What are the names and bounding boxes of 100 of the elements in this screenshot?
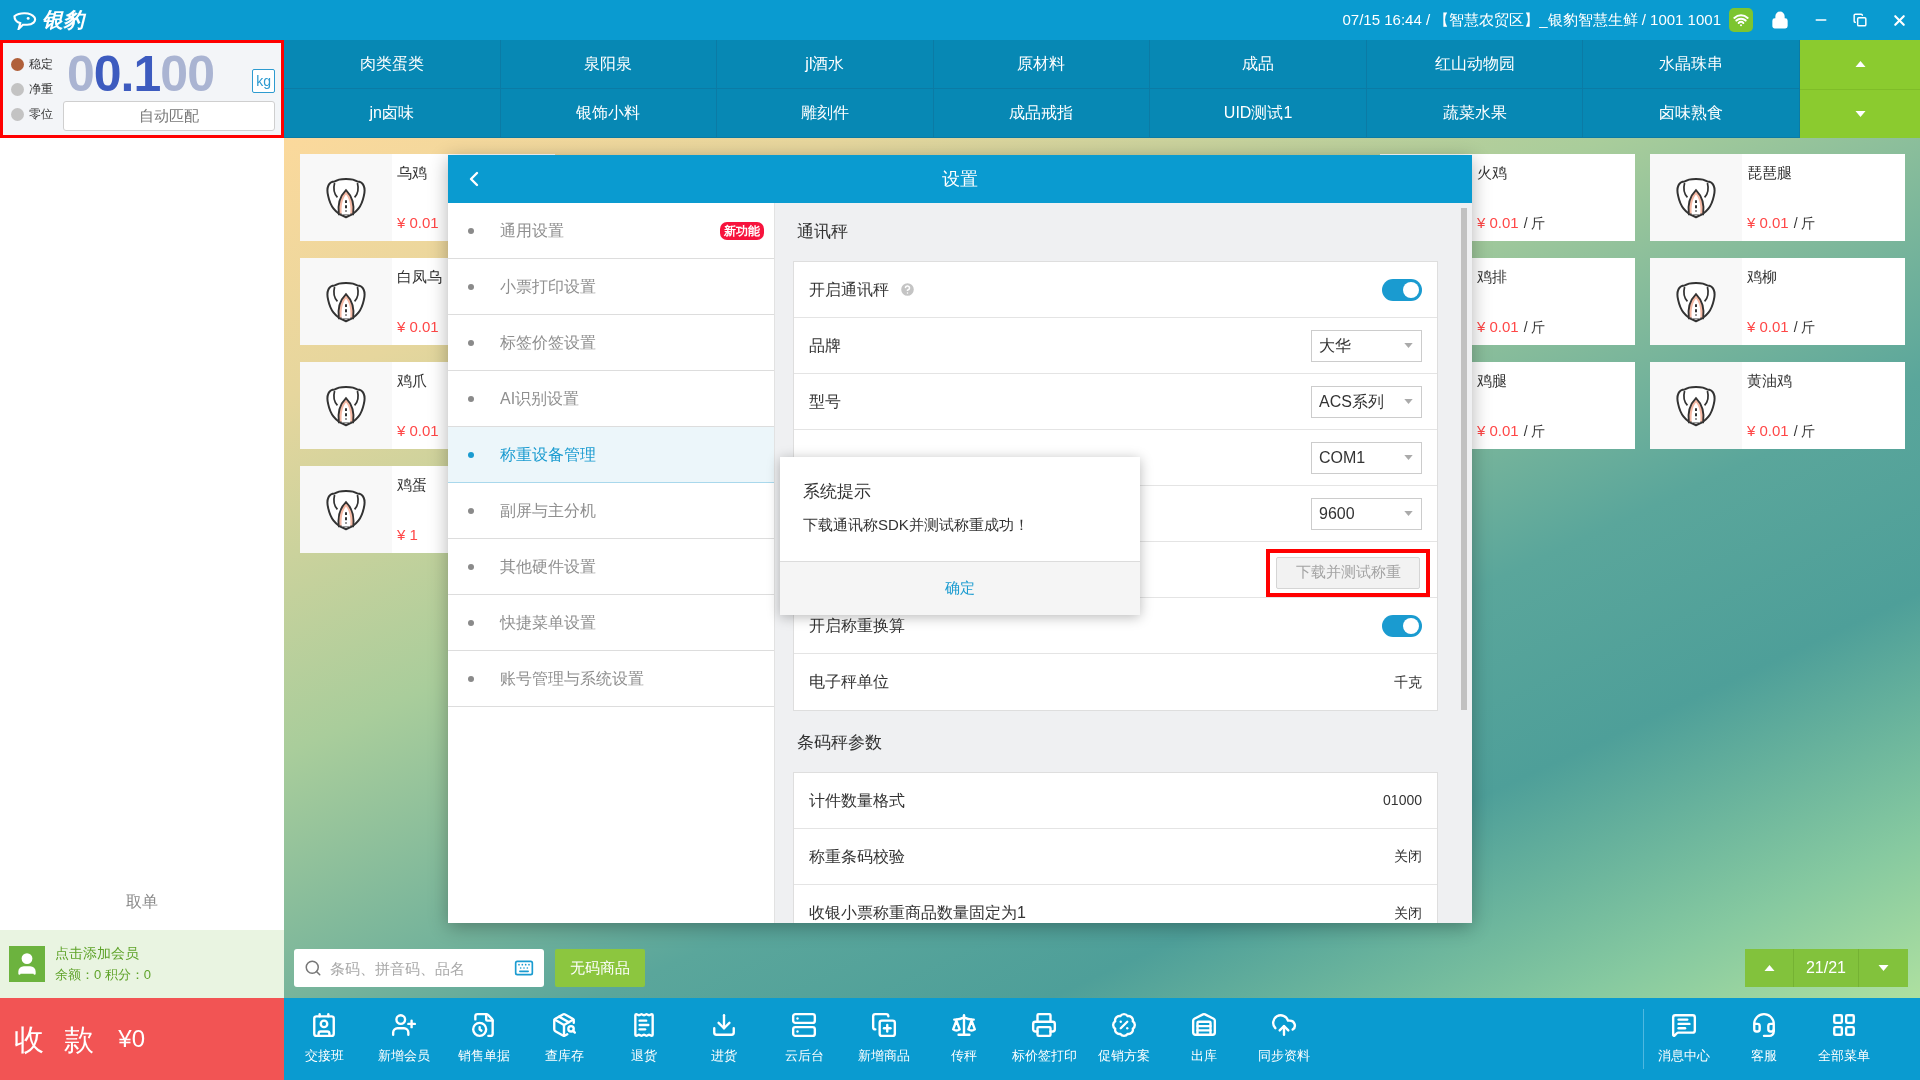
- unit-label: kg: [252, 69, 275, 93]
- pickup-order-link[interactable]: 取单: [126, 890, 158, 914]
- setting-label: 收银小票称重商品数量固定为1: [809, 903, 1026, 923]
- copy-plus-icon: [871, 1012, 897, 1039]
- section-title: 通讯秤: [797, 221, 848, 244]
- select-field[interactable]: COM1: [1311, 441, 1422, 474]
- toolbar-button[interactable]: 交接班: [284, 998, 364, 1080]
- receipt-icon: [631, 1012, 657, 1039]
- lock-icon[interactable]: [1771, 11, 1789, 29]
- toggle-switch[interactable]: [1382, 278, 1422, 301]
- category-tab[interactable]: 成品: [1150, 40, 1367, 89]
- caret-icon: [1404, 455, 1413, 460]
- user-icon: [9, 946, 45, 982]
- menu-label: 其他硬件设置: [500, 556, 596, 577]
- category-tab[interactable]: jl酒水: [717, 40, 934, 89]
- settings-menu-item[interactable]: 称重设备管理: [448, 427, 774, 483]
- product-name: 白凤乌: [397, 268, 442, 287]
- printer-icon: [1031, 1012, 1057, 1039]
- toolbar-button[interactable]: 出库: [1164, 998, 1244, 1080]
- warehouse-icon: [1191, 1012, 1217, 1039]
- triangle-up-icon: [1763, 965, 1775, 971]
- confirm-button[interactable]: 确定: [925, 571, 995, 606]
- category-tab[interactable]: 原材料: [933, 40, 1151, 89]
- product-name: 鸡腿: [1477, 372, 1507, 391]
- product-name: 乌鸡: [397, 164, 427, 183]
- contact-card-icon: [311, 1012, 337, 1039]
- indicator-label: 净重: [29, 83, 53, 95]
- select-field[interactable]: 9600: [1311, 497, 1422, 530]
- member-prompt: 点击添加会员: [55, 945, 140, 963]
- member-balance: 余额：0 积分：0: [55, 966, 152, 983]
- menu-label: 快捷菜单设置: [500, 612, 596, 633]
- toolbar-button[interactable]: 云后台: [764, 998, 844, 1080]
- bullet-icon: [468, 227, 474, 234]
- product-card[interactable]: 黄油鸡 ¥ 0.01 / 斤: [1650, 362, 1905, 449]
- price-unit: / 斤: [1523, 319, 1546, 337]
- category-tab[interactable]: 水晶珠串: [1583, 40, 1800, 89]
- no-code-product-button[interactable]: 无码商品: [555, 949, 645, 987]
- bullet-icon: [468, 283, 474, 290]
- setting-label: 型号: [809, 391, 841, 412]
- product-card[interactable]: 琵琶腿 ¥ 0.01 / 斤: [1650, 154, 1905, 241]
- setting-label: 开启称重换算: [809, 615, 905, 636]
- poultry-icon: [326, 488, 366, 531]
- category-tab[interactable]: 肉类蛋类: [284, 40, 501, 89]
- search-icon: [304, 959, 322, 977]
- product-card[interactable]: 鸡柳 ¥ 0.01 / 斤: [1650, 258, 1905, 345]
- restore-icon[interactable]: [1853, 13, 1867, 27]
- toolbar-button[interactable]: 销售单据: [444, 998, 524, 1080]
- category-tab[interactable]: 红山动物园: [1366, 40, 1584, 89]
- search-box[interactable]: 条码、拼音码、品名: [294, 949, 544, 987]
- keyboard-icon[interactable]: [512, 958, 536, 978]
- toolbar-button[interactable]: 促销方案: [1084, 998, 1164, 1080]
- cloud-upload-icon: [1271, 1012, 1297, 1039]
- product-price: ¥ 0.01: [1477, 422, 1519, 441]
- category-tab[interactable]: 泉阳泉: [500, 40, 718, 89]
- search-field[interactable]: 条码、拼音码、品名: [330, 953, 504, 983]
- product-price: ¥ 1: [397, 526, 418, 545]
- toolbar-button[interactable]: 客服: [1724, 998, 1804, 1080]
- setting-value: 01000: [1383, 791, 1422, 810]
- price-unit: / 斤: [1793, 423, 1816, 441]
- setting-value: 关闭: [1394, 903, 1422, 923]
- toolbar-button[interactable]: 进货: [684, 998, 764, 1080]
- product-name: 琵琶腿: [1747, 164, 1792, 183]
- select-field[interactable]: 大华: [1311, 329, 1422, 362]
- setting-label: 开启通讯秤: [809, 279, 889, 300]
- toolbar-button[interactable]: 新增商品: [844, 998, 924, 1080]
- bullet-icon: [468, 563, 474, 570]
- product-price: ¥ 0.01: [397, 422, 439, 441]
- member-bar[interactable]: 点击添加会员 余额：0 积分：0: [0, 930, 284, 998]
- toolbar-button[interactable]: 全部菜单: [1804, 998, 1884, 1080]
- product-price: ¥ 0.01: [1747, 422, 1789, 441]
- user-plus-icon: [391, 1012, 417, 1039]
- setting-label: 电子秤单位: [809, 672, 889, 692]
- product-name: 鸡排: [1477, 268, 1507, 287]
- triangle-up-icon: [1854, 61, 1866, 68]
- page-indicator: 21/21: [1794, 949, 1858, 987]
- help-icon[interactable]: [899, 281, 916, 298]
- percent-badge-icon: [1111, 1012, 1137, 1039]
- poultry-icon: [326, 384, 366, 427]
- toolbar-button[interactable]: 标价签打印: [1004, 998, 1084, 1080]
- checkout-amount: ¥0: [118, 1024, 146, 1054]
- toolbar-button[interactable]: 消息中心: [1644, 998, 1724, 1080]
- package-search-icon: [551, 1012, 577, 1039]
- product-price: ¥ 0.01: [397, 214, 439, 233]
- bullet-icon: [468, 451, 474, 458]
- toggle-switch[interactable]: [1382, 614, 1422, 637]
- toolbar-button[interactable]: 退货: [604, 998, 684, 1080]
- product-price: ¥ 0.01: [1477, 318, 1519, 337]
- poultry-icon: [1676, 176, 1716, 219]
- auto-match-button[interactable]: 自动匹配: [63, 101, 275, 131]
- toolbar-button[interactable]: 查库存: [524, 998, 604, 1080]
- caret-icon: [1404, 343, 1413, 348]
- checkout-button[interactable]: 收 款 ¥0: [0, 998, 284, 1080]
- toolbar-button[interactable]: 新增会员: [364, 998, 444, 1080]
- scrollbar[interactable]: [1461, 208, 1467, 710]
- alert-title: 系统提示: [803, 481, 871, 503]
- toolbar-button[interactable]: 传秤: [924, 998, 1004, 1080]
- toolbar-button[interactable]: 同步资料: [1244, 998, 1324, 1080]
- section-title: 条码秤参数: [797, 732, 882, 755]
- indicator-label: 零位: [29, 108, 53, 120]
- select-field[interactable]: ACS系列: [1311, 385, 1422, 418]
